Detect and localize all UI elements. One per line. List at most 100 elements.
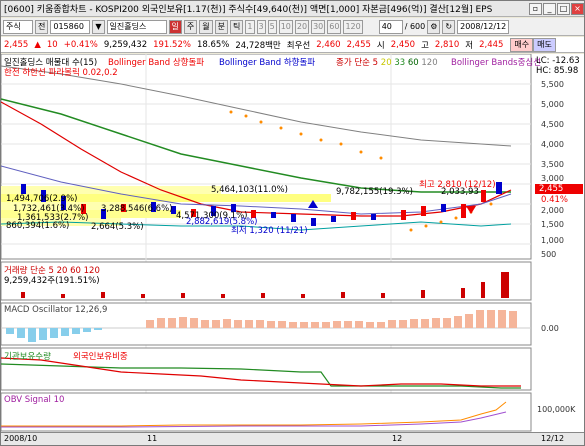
bb-upper-legend: Bollinger Band 상향돌파	[108, 58, 205, 68]
interval-120-button[interactable]: 120	[343, 19, 363, 34]
vp-label: 9,782,155(19.3%)	[336, 187, 413, 197]
period-month-button[interactable]: 월	[199, 19, 213, 34]
y-tick: 3,000	[541, 174, 564, 183]
vp-label: 3,288,546(6.6%)	[101, 204, 173, 214]
vp-label: 1,494,706(2.9%)	[6, 194, 78, 204]
volume-pct: 191.52%	[153, 39, 191, 50]
interval-20-button[interactable]: 20	[294, 19, 310, 34]
ma-legend: 종가 단순 5 20 33 60 120	[336, 56, 438, 68]
inst-legend: 기관보유수량	[4, 352, 51, 362]
date-field[interactable]: 2008/12/12	[457, 19, 510, 34]
interval-30-button[interactable]: 30	[311, 19, 326, 34]
window-title: [0600] 키움종합차트 - KOSPI200 외국인보유[1.17(천)] …	[4, 5, 493, 15]
candle	[496, 182, 502, 194]
candle	[351, 212, 356, 220]
high-price: 2,810	[434, 39, 460, 50]
refresh-icon[interactable]: ↻	[442, 19, 456, 34]
candle	[271, 212, 276, 218]
current-price: 2,455	[4, 39, 29, 50]
low-price: 2,445	[479, 39, 504, 50]
best-ask: 2,455	[346, 39, 371, 50]
volume-value: 9,259,432주(191.51%)	[4, 276, 100, 286]
macd-legend: MACD Oscillator 12,26,9	[4, 305, 108, 315]
candle	[421, 206, 426, 216]
vp-label: 5,464,103(11.0%)	[211, 185, 288, 195]
ma-legend-label: 종가 단순 5	[336, 58, 379, 68]
y-tick: 1,500	[541, 220, 564, 229]
minimize-icon[interactable]: _	[543, 2, 556, 15]
interval-1-button[interactable]: 1	[245, 19, 255, 34]
candle	[371, 214, 376, 220]
hc-label: HC: 85.98	[536, 66, 579, 76]
count-total: / 600	[404, 22, 426, 31]
macd-zero-label: 0.00	[541, 324, 559, 333]
interval-10-button[interactable]: 10	[278, 19, 293, 34]
chart-svg	[0, 53, 583, 432]
ma-period-120: 120	[421, 58, 438, 68]
period-week-button[interactable]: 주	[183, 19, 198, 34]
stock-code-input[interactable]: 015860	[50, 19, 91, 34]
period-tick-button[interactable]: 틱	[230, 19, 244, 34]
period-minute-button[interactable]: 분	[214, 19, 229, 34]
buy-button[interactable]: 매수	[510, 37, 534, 52]
turnover: 18.65%	[196, 39, 230, 50]
vp-label: 2,033,93	[441, 187, 479, 197]
y-tick: 5,500	[541, 80, 564, 89]
price-bar: 2,455 ▲ 10 +0.41% 9,259,432 191.52% 18.6…	[1, 37, 584, 53]
best-offer-label: 최우선	[286, 40, 311, 51]
candle	[461, 204, 466, 218]
high-label: 고	[421, 40, 429, 51]
open-price: 2,450	[390, 39, 416, 50]
stock-name-field: 일진홀딩스	[106, 19, 167, 34]
period-day-button[interactable]: 일	[168, 19, 182, 34]
y-tick: 5,000	[541, 100, 564, 109]
up-arrow-icon: ▲	[34, 39, 41, 50]
interval-5-button[interactable]: 5	[267, 19, 277, 34]
close-icon[interactable]: ×	[571, 2, 584, 15]
price-tag-pct: 0.41%	[541, 195, 569, 205]
x-tick: 12/12	[541, 434, 565, 443]
y-tick: 4,500	[541, 120, 564, 129]
obv-axis-label: 100,000K	[537, 405, 576, 414]
search-icon[interactable]: ▼	[92, 19, 105, 34]
x-tick: 2008/10	[4, 434, 38, 443]
open-label: 시	[376, 40, 385, 51]
vp-label: 2,664(5.3%)	[91, 222, 144, 232]
x-tick: 11	[147, 434, 158, 443]
obv-legend: OBV Signal 10	[4, 395, 65, 405]
foreign-legend: 외국인보유비중	[73, 352, 128, 362]
price-change-pct: +0.41%	[63, 39, 98, 50]
market-select[interactable]: 주식	[3, 19, 33, 34]
y-tick: 500	[541, 250, 557, 259]
chart-area[interactable]: 일진홀딩스 매물대 수(15) 한전 하한선 파라볼릭 0.02,0.2 Bol…	[0, 53, 584, 432]
main-legend-sub: 한전 하한선 파라볼릭 0.02,0.2	[4, 68, 118, 78]
price-change: 10	[46, 39, 58, 50]
chart-window: [0600] 키움종합차트 - KOSPI200 외국인보유[1.17(천)] …	[0, 0, 585, 446]
x-tick: 12	[392, 434, 403, 443]
code-type-button[interactable]: 전	[35, 19, 49, 34]
maximize-icon[interactable]: □	[557, 2, 570, 15]
ma-period-60: 60	[407, 58, 419, 68]
candle	[291, 214, 296, 222]
interval-60-button[interactable]: 60	[327, 19, 342, 34]
toolbar: 주식 전 015860 ▼ 일진홀딩스 일 주 월 분 틱 1 3 5 10 2…	[1, 18, 584, 36]
candle	[311, 218, 316, 226]
candle	[441, 204, 446, 212]
price-tag-label: 2,455	[539, 184, 564, 194]
interval-3-button[interactable]: 3	[256, 19, 266, 34]
window-option-icon[interactable]: ▫	[529, 2, 542, 15]
best-bid: 2,460	[316, 39, 341, 50]
y-tick: 1,000	[541, 236, 564, 245]
bb-center-legend: Bollinger Bands중심선	[451, 58, 542, 68]
volume: 9,259,432	[103, 39, 148, 50]
lc-label: LC: -12.63	[536, 56, 580, 66]
count-input[interactable]: 40	[378, 19, 403, 34]
ma-period-33: 33	[394, 58, 406, 68]
vp-label: 1,361,533(2.7%)	[17, 213, 89, 223]
volume-profile-bar	[1, 186, 221, 194]
candle	[401, 210, 406, 220]
title-bar: [0600] 키움종합차트 - KOSPI200 외국인보유[1.17(천)] …	[1, 1, 584, 17]
y-tick: 3,500	[541, 160, 564, 169]
chart-settings-icon[interactable]: ⚙	[427, 19, 441, 34]
sell-button[interactable]: 매도	[533, 37, 556, 52]
